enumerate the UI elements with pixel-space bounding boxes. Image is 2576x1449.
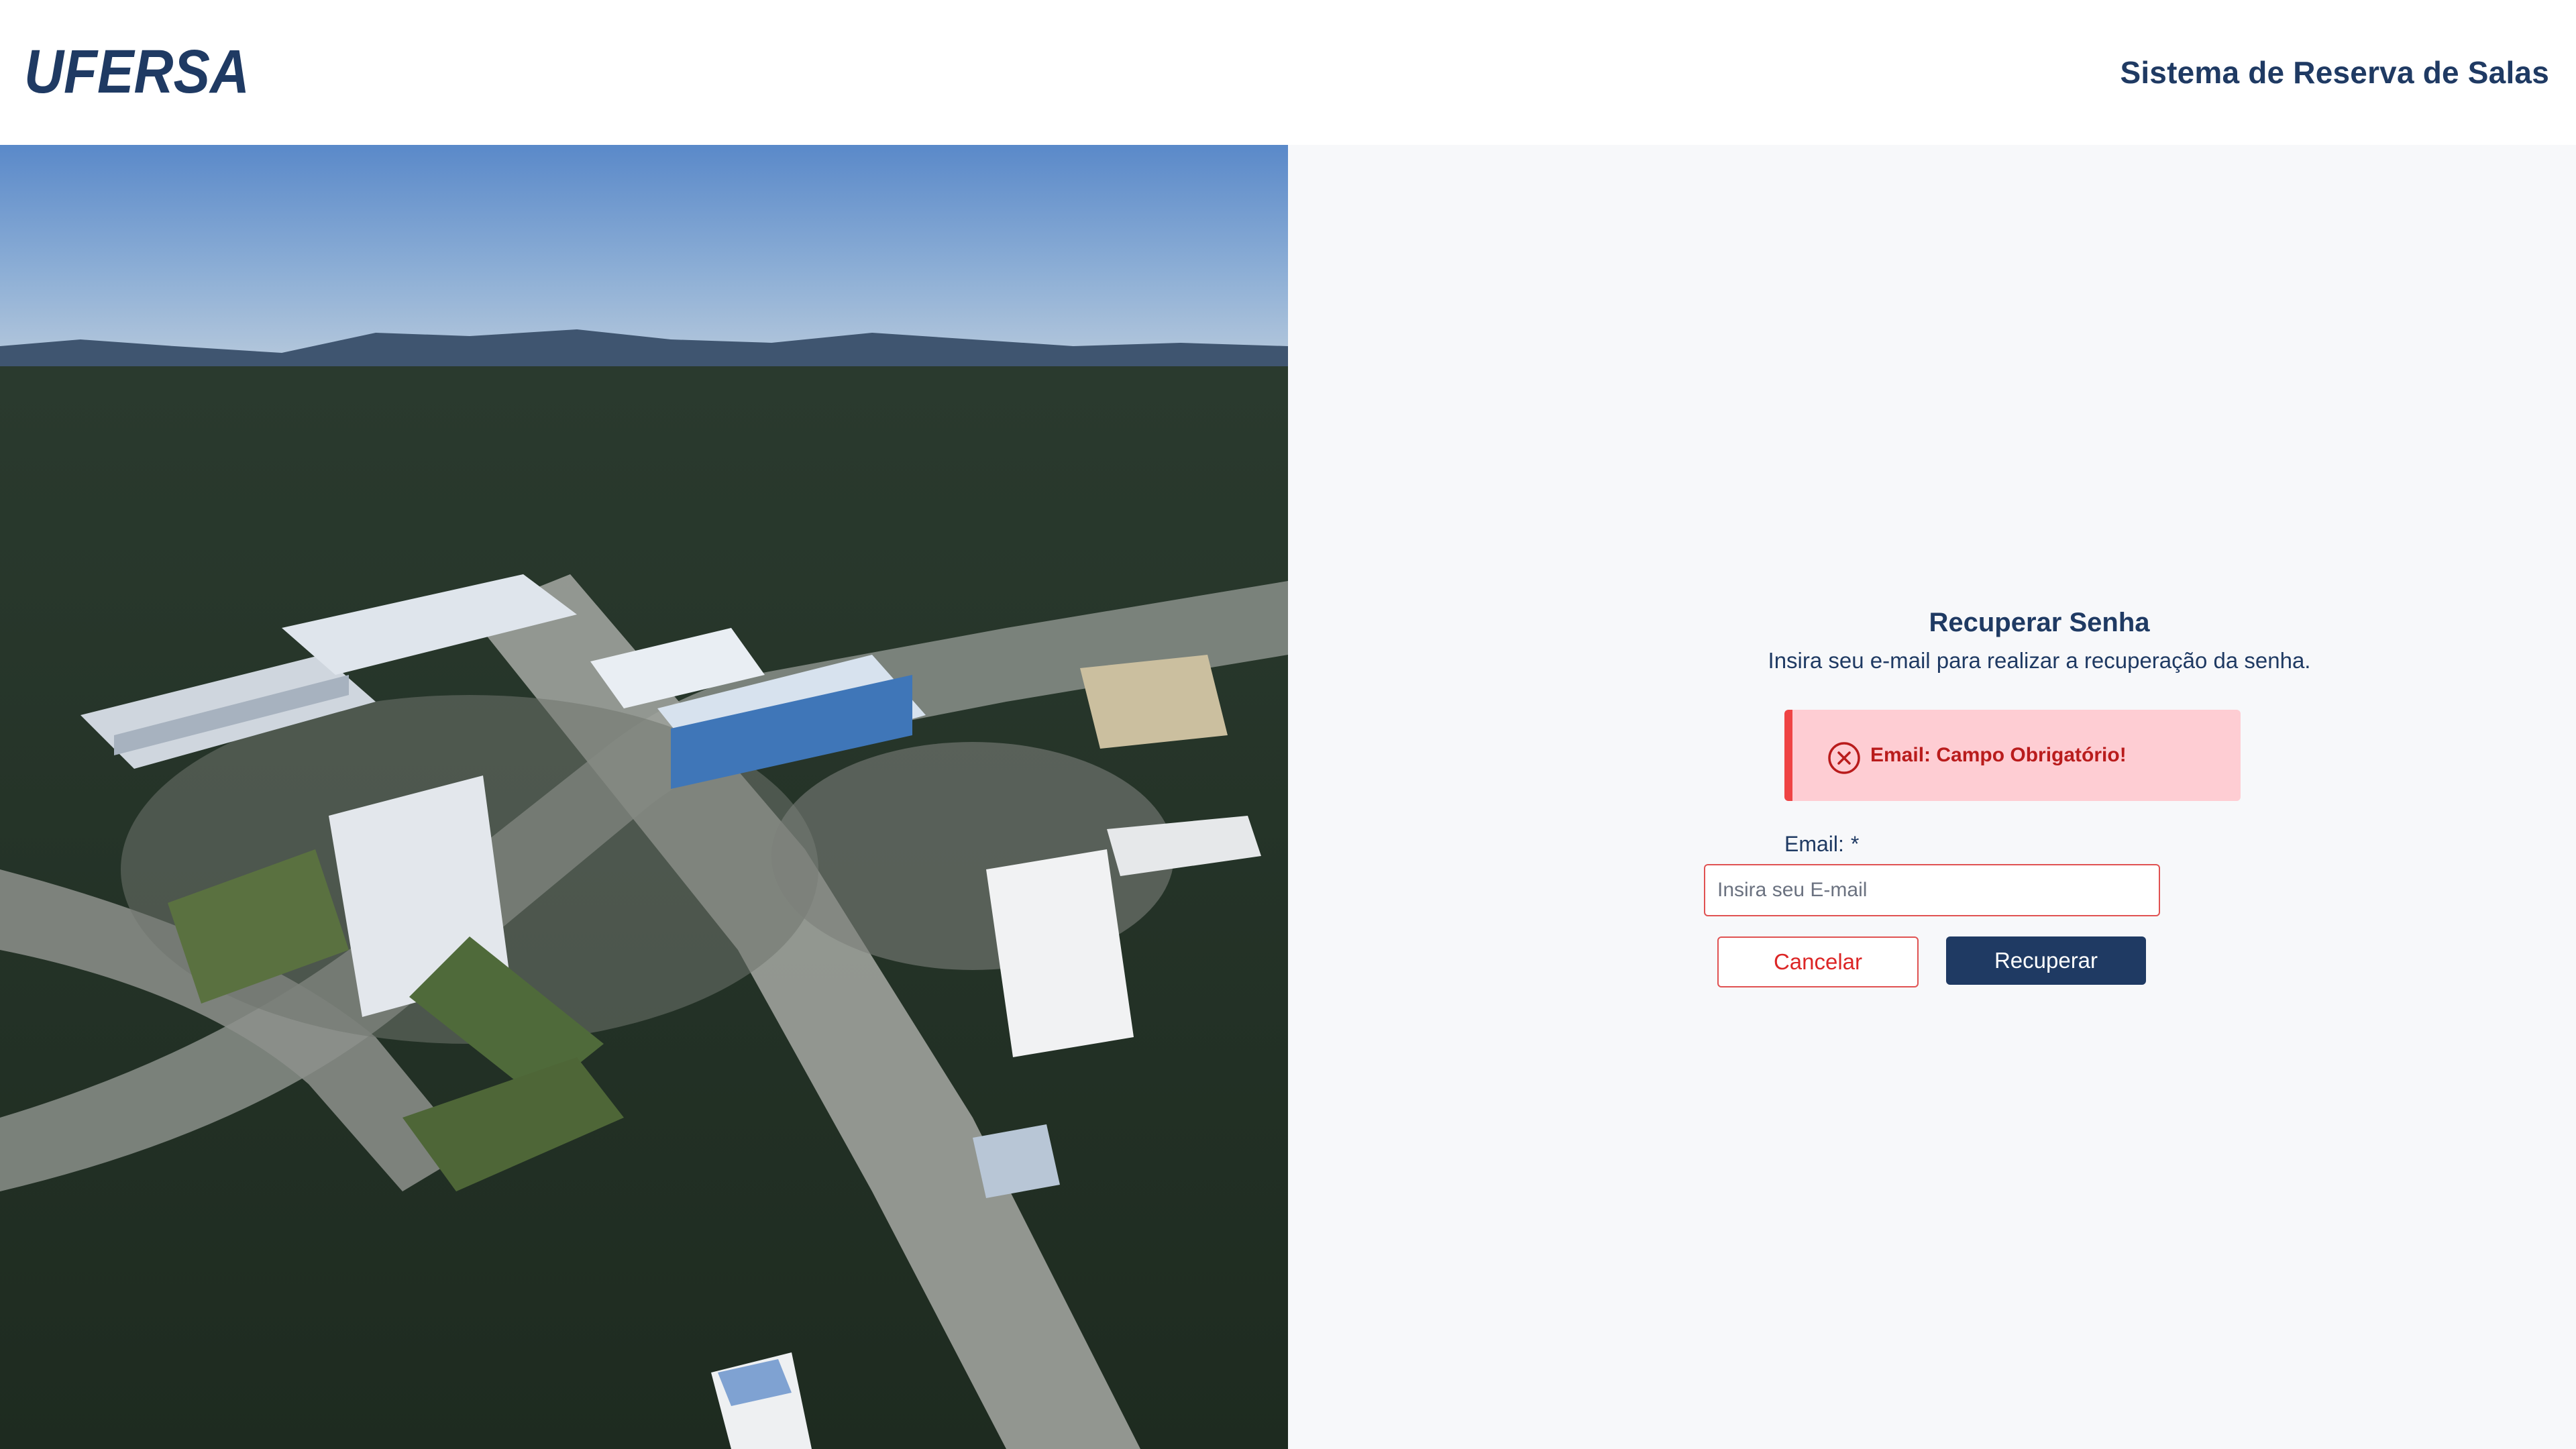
email-label-text: Email:: [1784, 832, 1844, 856]
email-field-wrapper: [1704, 864, 2160, 916]
recovery-panel: Recuperar Senha Insira seu e-mail para r…: [1288, 145, 2576, 1449]
form-title: Recuperar Senha: [1929, 608, 2150, 637]
email-label: Email: *: [1784, 832, 1859, 857]
ufersa-logo[interactable]: UFERSA: [24, 47, 252, 98]
cancel-button[interactable]: Cancelar: [1717, 936, 1919, 987]
app-title: Sistema de Reserva de Salas: [2120, 55, 2549, 90]
campus-illustration: [0, 145, 1288, 1449]
email-field[interactable]: [1704, 864, 2160, 916]
top-header: UFERSA Sistema de Reserva de Salas: [0, 0, 2576, 145]
x-circle-icon: [1828, 742, 1860, 774]
form-subtitle: Insira seu e-mail para realizar a recupe…: [1768, 648, 2311, 673]
svg-text:UFERSA: UFERSA: [24, 47, 250, 98]
error-alert: Email: Campo Obrigatório!: [1784, 710, 2241, 801]
required-marker: *: [1850, 832, 1860, 856]
recover-button[interactable]: Recuperar: [1946, 936, 2146, 985]
logo-wordmark: UFERSA: [24, 47, 250, 98]
error-message: Email: Campo Obrigatório!: [1870, 744, 2127, 766]
campus-aerial-photo: [0, 145, 1288, 1449]
